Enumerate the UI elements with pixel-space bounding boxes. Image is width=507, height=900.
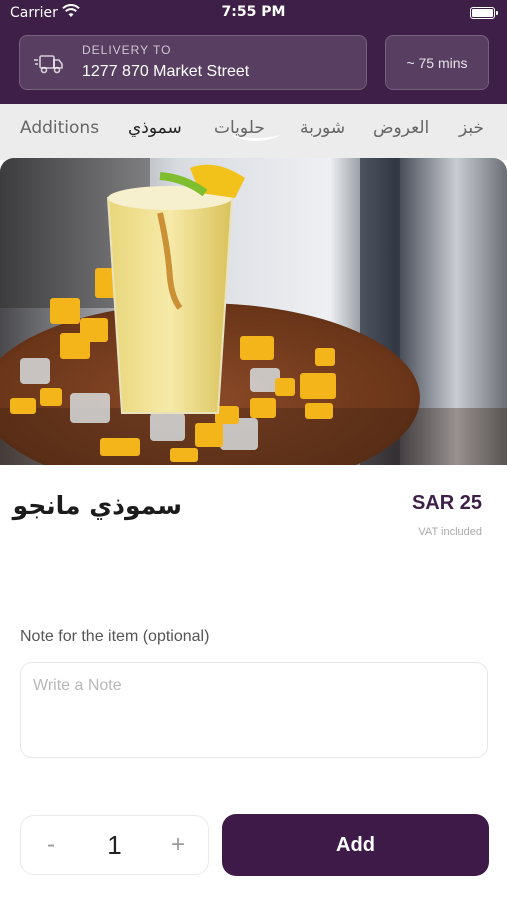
product-name: سموذي مانجو bbox=[12, 491, 182, 520]
tab-indicator-icon bbox=[231, 135, 281, 141]
tab-bread[interactable]: خبز bbox=[459, 118, 484, 138]
delivery-label: DELIVERY TO bbox=[82, 43, 172, 57]
app-header: Carrier 7:55 PM DELIVERY TO 1277 870 Mar… bbox=[0, 0, 507, 104]
add-button-label: Add bbox=[336, 833, 375, 856]
battery-icon bbox=[470, 7, 498, 19]
tab-smoothie[interactable]: سموذي bbox=[128, 118, 182, 138]
increase-quantity-button[interactable]: + bbox=[163, 831, 193, 859]
product-image bbox=[0, 158, 507, 465]
add-to-cart-button[interactable]: Add bbox=[222, 814, 489, 876]
clock: 7:55 PM bbox=[221, 4, 286, 20]
tab-soup[interactable]: شوربة bbox=[300, 118, 345, 138]
truck-icon bbox=[34, 55, 63, 74]
eta-badge: ~ 75 mins bbox=[385, 35, 489, 90]
product-price: SAR 25 bbox=[411, 492, 482, 514]
delivery-address-button[interactable]: DELIVERY TO 1277 870 Market Street bbox=[19, 35, 367, 90]
tab-additions[interactable]: Additions bbox=[20, 118, 99, 138]
category-tabs: Additions سموذي حلويات شوربة العروض خبز bbox=[0, 104, 507, 160]
status-bar: Carrier 7:55 PM bbox=[0, 0, 507, 28]
delivery-address: 1277 870 Market Street bbox=[82, 63, 250, 80]
eta-text: ~ 75 mins bbox=[406, 54, 468, 71]
mango-smoothie-photo bbox=[0, 158, 507, 465]
quantity-stepper: - 1 + bbox=[20, 815, 209, 875]
note-field-container bbox=[20, 662, 488, 758]
tab-offers[interactable]: العروض bbox=[373, 118, 429, 138]
note-input[interactable] bbox=[21, 663, 487, 757]
note-label: Note for the item (optional) bbox=[20, 628, 210, 645]
vat-note: VAT included bbox=[418, 526, 482, 538]
